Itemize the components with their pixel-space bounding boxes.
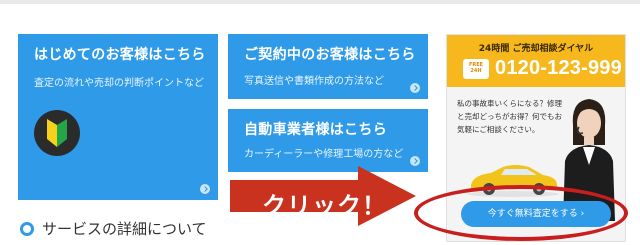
chevron-right-icon bbox=[410, 83, 420, 93]
card-subtitle: カーディーラーや修理工場の方など bbox=[244, 149, 404, 160]
card-subtitle: 査定の流れや売却の判断ポイントなど bbox=[34, 78, 204, 89]
phone-description: 私の事故車いくらになる？修理と売却どっちがお得？何でもお気軽にご相談ください。 bbox=[457, 99, 562, 134]
first-time-customer-card[interactable]: はじめてのお客様はこちら 査定の流れや売却の判断ポイントなど bbox=[18, 34, 218, 200]
card-title: ご契約中のお客様はこちら bbox=[244, 47, 416, 63]
free-dial-icon: FREE 24H bbox=[463, 59, 489, 79]
highlight-ellipse bbox=[414, 185, 628, 241]
circle-bullet-icon bbox=[20, 221, 34, 236]
free-badge-bottom: 24H bbox=[470, 68, 482, 74]
dealer-card[interactable]: 自動車業者様はこちら カーディーラーや修理工場の方など bbox=[228, 109, 428, 172]
section-heading-text: サービスの詳細について bbox=[42, 220, 207, 238]
chevron-right-icon bbox=[410, 156, 420, 166]
click-label: クリック！ bbox=[262, 192, 387, 220]
card-subtitle: 写真送信や書類作成の方法など bbox=[244, 76, 384, 87]
beginner-mark-icon bbox=[34, 110, 80, 156]
card-title: 自動車業者様はこちら bbox=[244, 122, 387, 138]
chevron-right-icon bbox=[200, 184, 210, 194]
phone-header: 24時間 ご売却相談ダイヤル FREE 24H 0120-123-999 bbox=[447, 35, 625, 87]
phone-header-label: 24時間 ご売却相談ダイヤル bbox=[478, 44, 594, 54]
section-heading: サービスの詳細について bbox=[20, 218, 207, 239]
card-title: はじめてのお客様はこちら bbox=[34, 47, 206, 63]
phone-number[interactable]: 0120-123-999 bbox=[495, 57, 622, 80]
contracting-customer-card[interactable]: ご契約中のお客様はこちら 写真送信や書類作成の方法など bbox=[228, 34, 428, 99]
top-band bbox=[0, 0, 640, 4]
